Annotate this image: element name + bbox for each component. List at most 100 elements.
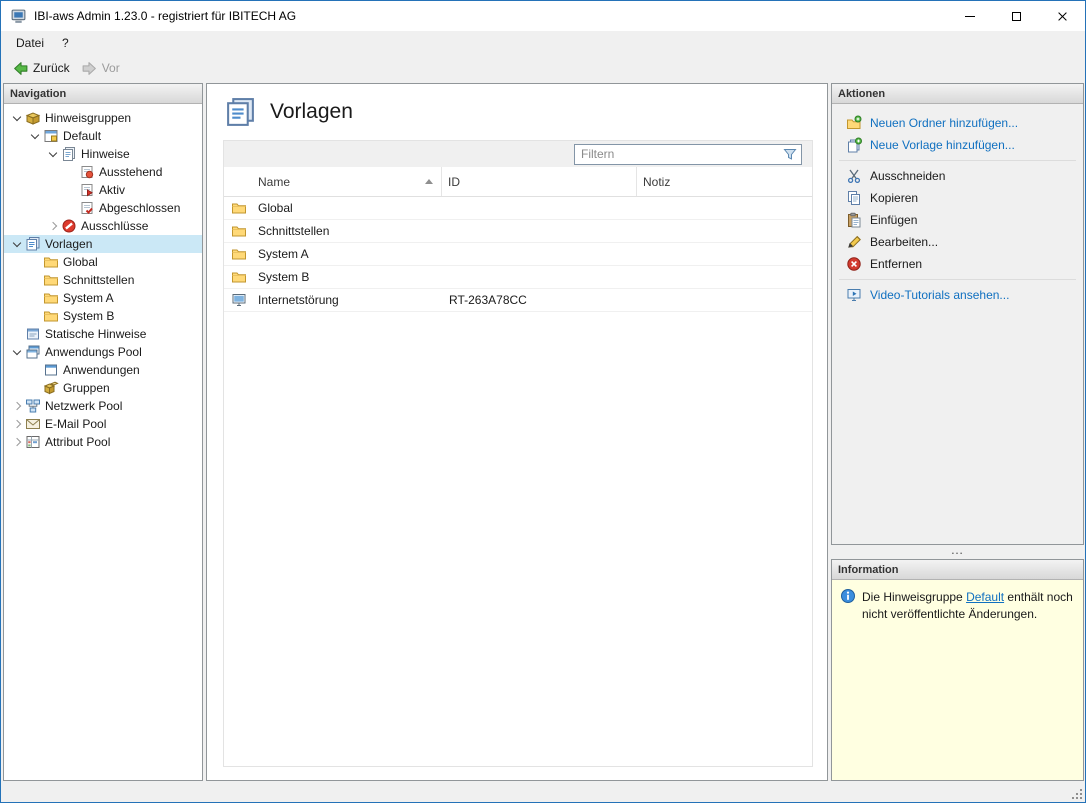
tree-item-label: E-Mail Pool [45,417,106,431]
table-row[interactable]: Schnittstellen [224,220,812,243]
tree-item-schnittstellen[interactable]: Schnittstellen [4,271,202,289]
action-edit[interactable]: Bearbeiten... [832,231,1083,253]
default-group-icon [43,128,59,144]
tree-item-hinweise[interactable]: Hinweise [4,145,202,163]
tree-item-ausschluesse[interactable]: Ausschlüsse [4,217,202,235]
tree-item-label: Abgeschlossen [99,201,180,215]
tree-item-global[interactable]: Global [4,253,202,271]
tree-item-default[interactable]: Default [4,127,202,145]
column-header-notiz-label: Notiz [643,175,670,189]
column-header-notiz[interactable]: Notiz [637,167,812,196]
app-window: IBI-aws Admin 1.23.0 - registriert für I… [0,0,1086,803]
action-label: Ausschneiden [870,169,945,183]
tree-item-email-pool[interactable]: E-Mail Pool [4,415,202,433]
resize-grip[interactable] [1071,788,1082,799]
tree-item-gruppen[interactable]: Gruppen [4,379,202,397]
action-paste[interactable]: Einfügen [832,209,1083,231]
tree-item-system-a[interactable]: System A [4,289,202,307]
new-folder-icon [846,115,862,131]
tree-item-label: Anwendungs Pool [45,345,142,359]
tree-item-hinweisgruppen[interactable]: Hinweisgruppen [4,109,202,127]
close-icon [1057,11,1068,22]
forward-button[interactable]: Vor [77,58,127,79]
table-row[interactable]: Global [224,197,812,220]
minimize-button[interactable] [947,1,993,31]
maximize-button[interactable] [993,1,1039,31]
tree-item-vorlagen[interactable]: Vorlagen [4,235,202,253]
video-icon [846,287,862,303]
close-button[interactable] [1039,1,1085,31]
filter-funnel-icon[interactable] [782,146,798,162]
tree-item-label: Global [63,255,98,269]
row-name: Internetstörung [258,293,442,307]
default-link[interactable]: Default [966,590,1004,604]
filter-input[interactable] [575,147,782,161]
templates-icon [224,96,257,129]
chevron-down-icon[interactable] [10,110,25,126]
tree-item-label: Anwendungen [63,363,140,377]
table-row[interactable]: System A [224,243,812,266]
table-header: Name ID Notiz [224,167,812,197]
sort-asc-icon [425,179,433,184]
action-cut[interactable]: Ausschneiden [832,165,1083,187]
templates-icon [25,236,41,252]
folder-icon [231,223,247,239]
action-copy[interactable]: Kopieren [832,187,1083,209]
template-monitor-icon [231,292,247,308]
email-pool-icon [25,416,41,432]
chevron-down-icon[interactable] [28,128,43,144]
tree-item-system-b[interactable]: System B [4,307,202,325]
actions-header: Aktionen [832,84,1083,104]
tree-item-netzwerk-pool[interactable]: Netzwerk Pool [4,397,202,415]
tree-item-label: Aktiv [99,183,125,197]
actions-panel: Aktionen Neuen Ordner hinzufügen... Neue… [831,83,1084,545]
tree-item-label: Hinweise [81,147,130,161]
filter-box[interactable] [574,144,802,165]
menu-datei[interactable]: Datei [7,34,53,52]
column-header-name[interactable]: Name [224,167,442,196]
chevron-right-icon[interactable] [10,416,25,432]
tree-item-abgeschlossen[interactable]: Abgeschlossen [4,199,202,217]
action-label: Entfernen [870,257,922,271]
row-name: Schnittstellen [258,224,442,238]
applications-icon [43,362,59,378]
table-row[interactable]: Internetstörung RT-263A78CC [224,289,812,312]
action-new-template[interactable]: Neue Vorlage hinzufügen... [832,134,1083,156]
groups-icon [43,380,59,396]
table-row[interactable]: System B [224,266,812,289]
column-header-name-label: Name [258,175,290,189]
titlebar: IBI-aws Admin 1.23.0 - registriert für I… [1,1,1085,31]
cut-icon [846,168,862,184]
folder-icon [231,200,247,216]
information-panel: Information Die Hinweisgruppe Default en… [831,559,1084,781]
chevron-down-icon[interactable] [10,236,25,252]
tree-item-attribut-pool[interactable]: Attribut Pool [4,433,202,451]
main-panel: Vorlagen Name ID Notiz [206,83,828,781]
action-video-tutorials[interactable]: Video-Tutorials ansehen... [832,284,1083,306]
actions-list: Neuen Ordner hinzufügen... Neue Vorlage … [832,104,1083,306]
tree-item-ausstehend[interactable]: Ausstehend [4,163,202,181]
tree-item-statische-hinweise[interactable]: Statische Hinweise [4,325,202,343]
action-new-folder[interactable]: Neuen Ordner hinzufügen... [832,112,1083,134]
action-delete[interactable]: Entfernen [832,253,1083,275]
menu-help[interactable]: ? [53,34,78,52]
tree-item-aktiv[interactable]: Aktiv [4,181,202,199]
menubar: Datei ? [1,31,1085,54]
tree-item-anwendungen[interactable]: Anwendungen [4,361,202,379]
page-title: Vorlagen [270,100,353,124]
column-header-id[interactable]: ID [442,167,637,196]
back-button[interactable]: Zurück [8,58,77,79]
chevron-right-icon[interactable] [10,398,25,414]
row-name: System A [258,247,442,261]
active-icon [79,182,95,198]
chevron-right-icon[interactable] [46,218,61,234]
tree-item-anwendungs-pool[interactable]: Anwendungs Pool [4,343,202,361]
chevron-down-icon[interactable] [10,344,25,360]
action-label: Video-Tutorials ansehen... [870,288,1009,302]
pending-icon [79,164,95,180]
chevron-down-icon[interactable] [46,146,61,162]
static-notes-icon [25,326,41,342]
chevron-right-icon[interactable] [10,434,25,450]
panel-splitter[interactable]: … [831,545,1084,559]
information-header: Information [832,560,1083,580]
